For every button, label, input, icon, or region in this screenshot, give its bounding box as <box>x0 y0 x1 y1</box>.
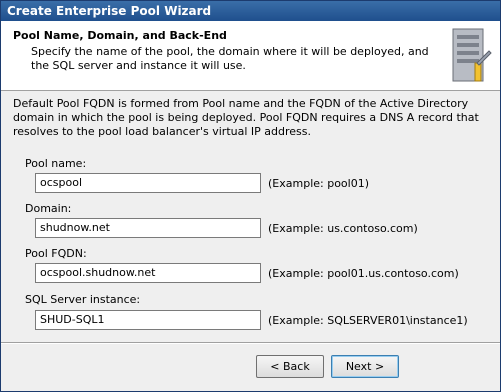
page-description: Specify the name of the pool, the domain… <box>31 45 429 72</box>
pool-name-label: Pool name: <box>25 157 87 170</box>
pool-fqdn-example: (Example: pool01.us.contoso.com) <box>268 267 459 280</box>
domain-label: Domain: <box>25 202 72 215</box>
pool-name-input[interactable]: ocspool <box>35 173 261 193</box>
page-title: Pool Name, Domain, and Back-End <box>13 29 227 42</box>
domain-example: (Example: us.contoso.com) <box>268 222 418 235</box>
server-icon <box>452 28 492 82</box>
window-title: Create Enterprise Pool Wizard <box>1 1 500 21</box>
intro-text: Default Pool FQDN is formed from Pool na… <box>13 97 479 138</box>
domain-input[interactable]: shudnow.net <box>35 218 261 238</box>
sql-instance-input[interactable]: SHUD-SQL1 <box>35 310 261 330</box>
sql-instance-label: SQL Server instance: <box>25 293 141 306</box>
footer-divider <box>1 342 500 344</box>
next-button[interactable]: Next > <box>331 355 399 378</box>
wizard-window: Create Enterprise Pool Wizard Pool Name,… <box>0 0 501 392</box>
pool-fqdn-input[interactable]: ocspool.shudnow.net <box>35 263 261 283</box>
pool-fqdn-label: Pool FQDN: <box>25 247 87 260</box>
back-button[interactable]: < Back <box>256 355 324 378</box>
wizard-header: Pool Name, Domain, and Back-End Specify … <box>1 21 500 91</box>
pool-name-example: (Example: pool01) <box>268 177 370 190</box>
sql-instance-example: (Example: SQLSERVER01\instance1) <box>268 314 468 327</box>
